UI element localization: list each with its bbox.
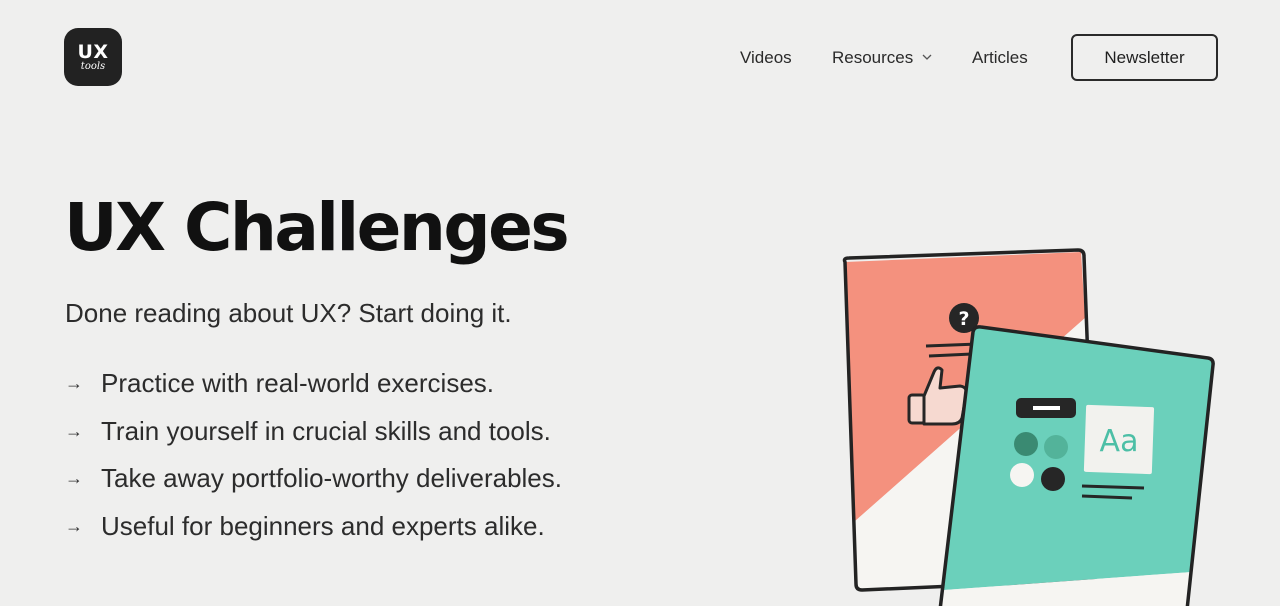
typography-icon: Aa (1083, 404, 1155, 475)
arrow-right-icon: → (65, 515, 83, 536)
nav-link-resources-label: Resources (832, 48, 914, 67)
feature-item: → Take away portfolio-worthy deliverable… (65, 455, 562, 503)
front-card-top (944, 326, 1214, 590)
arrow-right-icon: → (65, 420, 83, 441)
chevron-down-icon (922, 54, 932, 60)
logo-main-text: UX (77, 40, 109, 63)
feature-text: Practice with real-world exercises. (101, 368, 495, 399)
challenge-cards-illustration: ? Aa (842, 248, 1215, 606)
arrow-right-icon: → (65, 373, 83, 394)
ux-tools-logo[interactable]: UX tools (64, 28, 122, 86)
feature-list: → Practice with real-world exercises. → … (65, 360, 562, 550)
nav-link-articles[interactable]: Articles (972, 46, 1028, 70)
feature-text: Train yourself in crucial skills and too… (101, 415, 551, 446)
type-sample: Aa (1100, 424, 1139, 459)
page-title: UX Challenges (64, 189, 570, 266)
feature-text: Useful for beginners and experts alike. (101, 510, 545, 541)
feature-item: → Useful for beginners and experts alike… (65, 503, 562, 551)
newsletter-button[interactable]: Newsletter (1071, 34, 1218, 81)
front-card: Aa (938, 325, 1215, 606)
feature-item: → Train yourself in crucial skills and t… (65, 408, 562, 456)
arrow-right-icon: → (65, 468, 83, 489)
question-mark: ? (958, 308, 969, 330)
feature-item: → Practice with real-world exercises. (65, 360, 562, 408)
logo-sub-text: tools (80, 60, 106, 72)
page: UX tools Videos Resources Articles Newsl… (0, 0, 1280, 606)
hero-subtitle: Done reading about UX? Start doing it. (65, 298, 512, 328)
nav-link-resources[interactable]: Resources (832, 46, 933, 70)
feature-text: Take away portfolio-worthy deliverables. (101, 463, 562, 494)
nav-link-videos[interactable]: Videos (740, 46, 792, 70)
